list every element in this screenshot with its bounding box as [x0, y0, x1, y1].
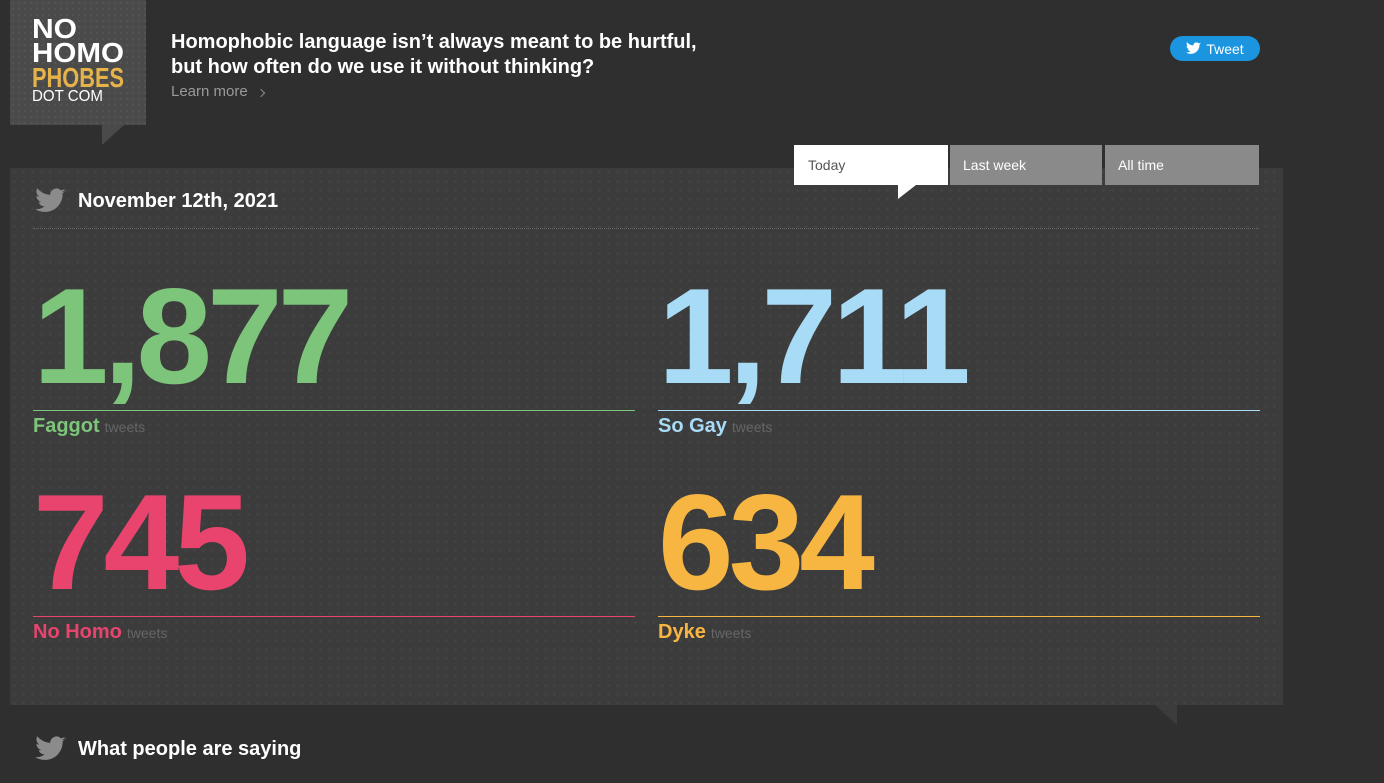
- chevron-right-icon: [256, 88, 265, 97]
- stat-unit: tweets: [731, 419, 773, 435]
- twitter-bird-shape: [35, 736, 66, 760]
- headline-line-2: but how often do we use it without think…: [171, 56, 595, 78]
- twitter-bird-icon: [1186, 42, 1202, 54]
- stat-card: 1,711 So Gay tweets: [658, 268, 1260, 448]
- tab-today-label: Today: [808, 157, 846, 173]
- stat-unit: tweets: [104, 419, 146, 435]
- stat-count: 745: [33, 466, 250, 618]
- tab-today[interactable]: Today: [794, 145, 948, 185]
- tab-all-time-label: All time: [1118, 157, 1164, 173]
- tab-all-time[interactable]: All time: [1105, 145, 1259, 185]
- page: NO HOMO PHOBES DOT COM Homophobic langua…: [0, 0, 1384, 783]
- stat-count: 634: [658, 466, 875, 618]
- tab-last-week[interactable]: Last week: [950, 145, 1102, 185]
- stat-count: 1,711: [658, 260, 971, 412]
- feed-heading: What people are saying: [78, 738, 302, 760]
- stat-underline: [33, 616, 635, 617]
- logo-wordmark: NO HOMO PHOBES DOT COM: [32, 13, 124, 105]
- stat-term: Faggot: [33, 415, 100, 437]
- twitter-bird-icon: [35, 736, 66, 760]
- twitter-bird-icon: [35, 188, 66, 212]
- stat-term: Dyke: [658, 621, 706, 643]
- page-headline: Homophobic language isn’t always meant t…: [171, 30, 697, 80]
- stat-label: Dyke tweets: [658, 620, 751, 646]
- stat-card: 1,877 Faggot tweets: [33, 268, 635, 448]
- stat-underline: [33, 410, 635, 411]
- headline-line-1: Homophobic language isn’t always meant t…: [171, 31, 697, 53]
- stat-term: No Homo: [33, 621, 122, 643]
- tweet-button[interactable]: Tweet: [1170, 36, 1260, 61]
- tab-last-week-label: Last week: [963, 157, 1027, 173]
- stat-card: 745 No Homo tweets: [33, 474, 635, 654]
- twitter-bird-shape: [1186, 42, 1202, 54]
- site-logo[interactable]: NO HOMO PHOBES DOT COM: [10, 0, 146, 125]
- logo-line-dotcom: DOT COM: [32, 88, 103, 105]
- logo-speech-tail: [102, 125, 124, 145]
- stat-unit: tweets: [710, 625, 752, 641]
- active-tab-pointer: [898, 185, 916, 199]
- learn-more-link[interactable]: Learn more: [171, 83, 265, 101]
- stat-term: So Gay: [658, 415, 727, 437]
- stat-card: 634 Dyke tweets: [658, 474, 1260, 654]
- stat-underline: [658, 616, 1260, 617]
- stat-label: Faggot tweets: [33, 414, 145, 440]
- twitter-bird-shape: [35, 188, 66, 212]
- dotted-divider: [33, 228, 1259, 229]
- stat-label: So Gay tweets: [658, 414, 772, 440]
- stats-date: November 12th, 2021: [78, 190, 279, 212]
- panel-speech-tail: [1155, 705, 1177, 725]
- tweet-button-label: Tweet: [1206, 40, 1244, 57]
- stat-unit: tweets: [126, 625, 168, 641]
- learn-more-label: Learn more: [171, 83, 248, 100]
- stat-label: No Homo tweets: [33, 620, 167, 646]
- stat-underline: [658, 410, 1260, 411]
- stat-count: 1,877: [33, 260, 353, 412]
